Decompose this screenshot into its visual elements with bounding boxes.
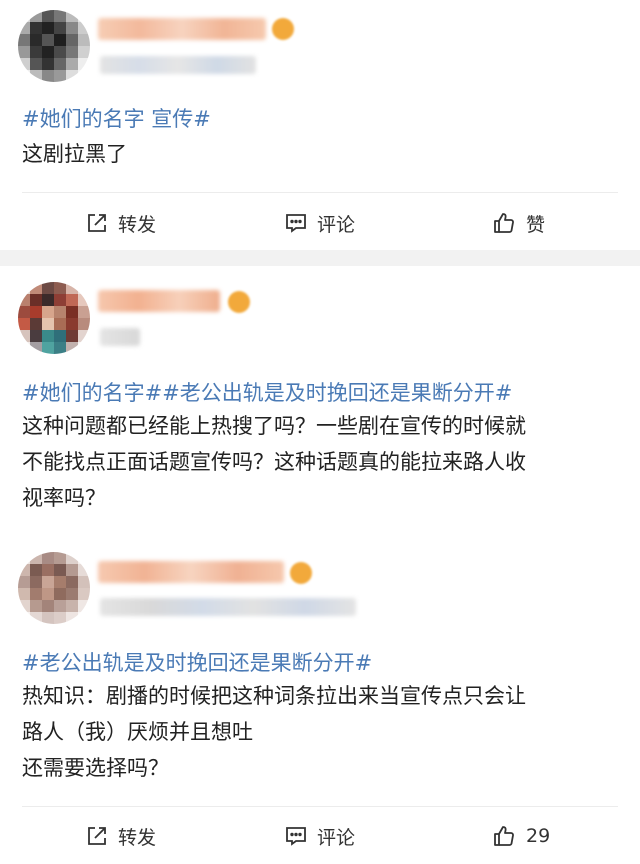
post-card-1: #她们的名字 宣传# 这剧拉黑了 转发 评论 赞 xyxy=(0,0,640,250)
avatar[interactable] xyxy=(18,282,90,354)
username-blurred[interactable] xyxy=(98,290,220,312)
post-meta-blurred xyxy=(100,328,140,346)
username-blurred[interactable] xyxy=(98,561,284,583)
like-count: 29 xyxy=(526,825,551,847)
thumbs-up-icon xyxy=(494,213,514,233)
comment-button[interactable]: 评论 xyxy=(285,808,355,864)
vip-badge-icon xyxy=(228,291,250,313)
comment-button[interactable]: 评论 xyxy=(285,195,355,251)
vip-badge-icon xyxy=(290,562,312,584)
post-text: 热知识：剧播的时候把这种词条拉出来当宣传点只会让 路人（我）厌烦并且想吐 还需要… xyxy=(22,684,526,780)
post-text: 这种问题都已经能上热搜了吗？一些剧在宣传的时候就 不能找点正面话题宣传吗？这种话… xyxy=(22,414,526,510)
thumbs-up-icon xyxy=(494,826,514,846)
action-bar: 转发 评论 赞 xyxy=(0,195,640,251)
avatar[interactable] xyxy=(18,552,90,624)
post-meta-blurred xyxy=(100,56,256,74)
topic-link[interactable]: #她们的名字##老公出轨是及时挽回还是果断分开# xyxy=(22,377,512,407)
repost-icon xyxy=(88,214,106,232)
divider xyxy=(22,192,618,193)
like-button[interactable]: 赞 xyxy=(492,195,545,251)
repost-label: 转发 xyxy=(118,826,157,849)
section-separator xyxy=(0,250,640,266)
divider xyxy=(22,806,618,807)
topic-link[interactable]: #老公出轨是及时挽回还是果断分开# xyxy=(22,647,372,677)
post-card-2: #她们的名字##老公出轨是及时挽回还是果断分开# 这种问题都已经能上热搜了吗？一… xyxy=(0,266,640,536)
comment-label: 评论 xyxy=(317,826,356,849)
comment-icon xyxy=(286,827,306,846)
action-bar: 转发 评论 29 xyxy=(0,808,640,864)
topic-link[interactable]: #她们的名字 宣传# xyxy=(22,103,211,133)
post-text: 这剧拉黑了 xyxy=(22,142,127,166)
repost-button[interactable]: 转发 xyxy=(86,195,156,251)
like-label: 赞 xyxy=(526,213,546,236)
avatar[interactable] xyxy=(18,10,90,82)
post-meta-blurred xyxy=(100,598,356,616)
vip-badge-icon xyxy=(272,18,294,40)
like-button[interactable]: 29 xyxy=(492,808,550,864)
post-card-3: #老公出轨是及时挽回还是果断分开# 热知识：剧播的时候把这种词条拉出来当宣传点只… xyxy=(0,536,640,859)
repost-label: 转发 xyxy=(118,213,157,236)
username-blurred[interactable] xyxy=(98,18,266,40)
comment-label: 评论 xyxy=(317,213,356,236)
repost-icon xyxy=(88,827,106,845)
comment-icon xyxy=(286,214,306,233)
repost-button[interactable]: 转发 xyxy=(86,808,156,864)
